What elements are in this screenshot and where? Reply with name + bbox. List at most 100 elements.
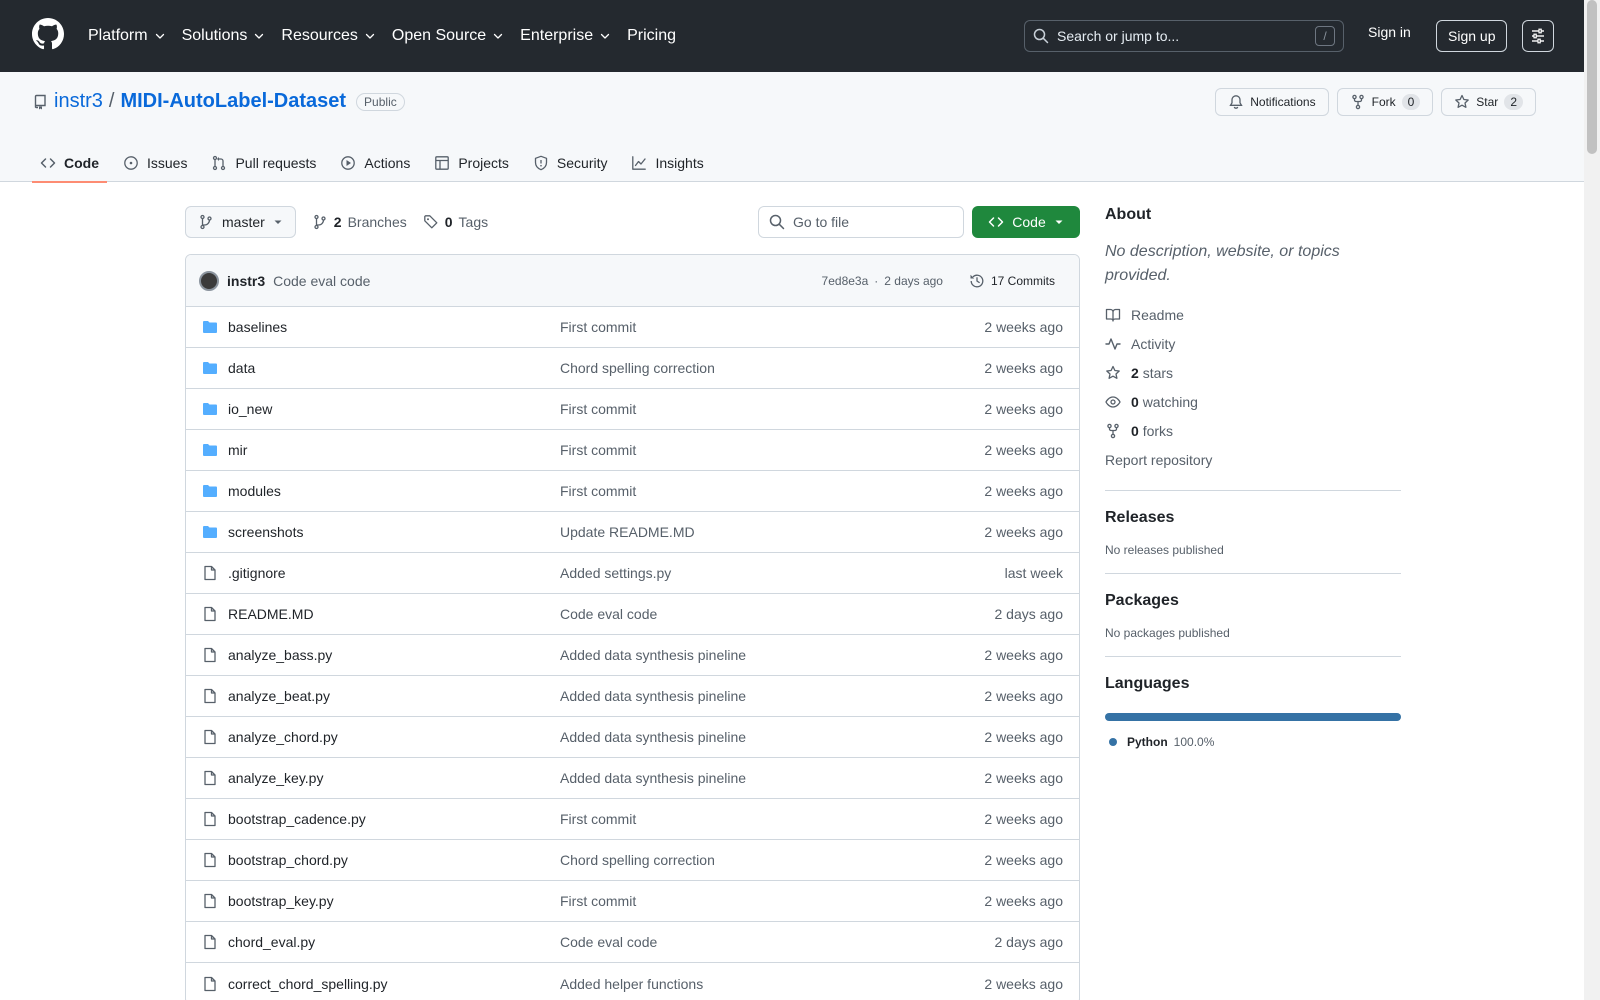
github-mark-icon[interactable] — [32, 18, 64, 50]
table-row[interactable]: chord_eval.py Code eval code 2 days ago — [186, 922, 1079, 963]
commit-hash[interactable]: 7ed8e3a — [822, 274, 869, 288]
stars-link[interactable]: 2 stars — [1105, 358, 1401, 387]
table-row[interactable]: modules First commit 2 weeks ago — [186, 471, 1079, 512]
folder-icon — [202, 483, 218, 499]
commit-message[interactable]: Code eval code — [273, 273, 370, 289]
go-to-file-input[interactable]: Go to file — [758, 206, 964, 238]
notifications-button[interactable]: Notifications — [1215, 88, 1329, 116]
watching-link[interactable]: 0 watching — [1105, 387, 1401, 416]
table-row[interactable]: bootstrap_chord.py Chord spelling correct… — [186, 840, 1079, 881]
file-icon — [202, 934, 218, 950]
file-name-link[interactable]: bootstrap_cadence.py — [228, 811, 560, 827]
file-name-link[interactable]: mir — [228, 442, 560, 458]
file-commit-message[interactable]: Code eval code — [560, 934, 995, 950]
readme-link[interactable]: Readme — [1105, 300, 1401, 329]
tab-security[interactable]: Security — [525, 144, 616, 182]
table-row[interactable]: analyze_key.py Added data synthesis pinel… — [186, 758, 1079, 799]
tab-pull-requests[interactable]: Pull requests — [203, 144, 324, 182]
packages-title[interactable]: Packages — [1105, 592, 1401, 610]
table-row[interactable]: README.MD Code eval code 2 days ago — [186, 594, 1079, 635]
table-row[interactable]: bootstrap_cadence.py First commit 2 weeks … — [186, 799, 1079, 840]
fork-button[interactable]: Fork 0 — [1336, 88, 1434, 116]
commits-link[interactable]: 17 Commits — [961, 273, 1063, 289]
branches-link[interactable]: 2 Branches — [312, 214, 407, 230]
global-header: Platform Solutions Resources Open Source Ent… — [0, 0, 1584, 72]
table-row[interactable]: bootstrap_key.py First commit 2 weeks ago — [186, 881, 1079, 922]
activity-link[interactable]: Activity — [1105, 329, 1401, 358]
table-row[interactable]: screenshots Update README.MD 2 weeks ago — [186, 512, 1079, 553]
table-row[interactable]: correct_chord_spelling.py Added helper fu… — [186, 963, 1079, 1000]
table-row[interactable]: .gitignore Added settings.py last week — [186, 553, 1079, 594]
file-commit-message[interactable]: First commit — [560, 319, 984, 335]
avatar[interactable] — [199, 270, 219, 291]
table-row[interactable]: analyze_beat.py Added data synthesis pine… — [186, 676, 1079, 717]
file-commit-message[interactable]: Added settings.py — [560, 565, 1005, 581]
page-scrollbar[interactable] — [1584, 0, 1600, 1000]
code-button[interactable]: Code — [972, 206, 1080, 238]
table-row[interactable]: mir First commit 2 weeks ago — [186, 430, 1079, 471]
file-name-link[interactable]: bootstrap_key.py — [228, 893, 560, 909]
file-commit-message[interactable]: First commit — [560, 442, 984, 458]
table-row[interactable]: baselines First commit 2 weeks ago — [186, 307, 1079, 348]
scrollbar-thumb[interactable] — [1587, 0, 1597, 154]
search-input[interactable]: Search or jump to... / — [1024, 20, 1344, 52]
nav-item-solutions[interactable]: Solutions — [182, 27, 266, 45]
star-button[interactable]: Star 2 — [1441, 88, 1536, 116]
nav-item-pricing[interactable]: Pricing — [627, 27, 676, 45]
tags-link[interactable]: 0 Tags — [423, 214, 488, 230]
file-name-link[interactable]: README.MD — [228, 606, 560, 622]
file-commit-message[interactable]: Chord spelling correction — [560, 852, 984, 868]
table-row[interactable]: io_new First commit 2 weeks ago — [186, 389, 1079, 430]
repo-name-link[interactable]: MIDI-AutoLabel-Dataset — [120, 90, 346, 113]
language-item-python[interactable]: Python 100.0% — [1105, 735, 1401, 749]
file-commit-message[interactable]: Chord spelling correction — [560, 360, 984, 376]
file-commit-message[interactable]: First commit — [560, 811, 984, 827]
file-name-link[interactable]: baselines — [228, 319, 560, 335]
language-dot — [1109, 738, 1117, 746]
file-commit-message[interactable]: Added helper functions — [560, 976, 984, 992]
branch-selector[interactable]: master — [185, 206, 296, 238]
file-name-link[interactable]: analyze_beat.py — [228, 688, 560, 704]
repo-owner-link[interactable]: instr3 — [54, 90, 103, 113]
file-name-link[interactable]: io_new — [228, 401, 560, 417]
file-name-link[interactable]: analyze_bass.py — [228, 647, 560, 663]
releases-title[interactable]: Releases — [1105, 509, 1401, 527]
file-name-link[interactable]: modules — [228, 483, 560, 499]
site-menu-button[interactable] — [1522, 20, 1554, 52]
sign-in-link[interactable]: Sign in — [1368, 24, 1411, 40]
nav-item-open-source[interactable]: Open Source — [392, 27, 504, 45]
file-name-link[interactable]: bootstrap_chord.py — [228, 852, 560, 868]
file-commit-message[interactable]: Added data synthesis pineline — [560, 647, 984, 663]
forks-link[interactable]: 0 forks — [1105, 416, 1401, 445]
tab-issues[interactable]: Issues — [115, 144, 195, 182]
sign-up-button[interactable]: Sign up — [1436, 20, 1508, 52]
file-commit-message[interactable]: First commit — [560, 483, 984, 499]
file-commit-message[interactable]: Added data synthesis pineline — [560, 729, 984, 745]
file-name-link[interactable]: chord_eval.py — [228, 934, 560, 950]
nav-item-resources[interactable]: Resources — [281, 27, 375, 45]
file-name-link[interactable]: screenshots — [228, 524, 560, 540]
report-repository-link[interactable]: Report repository — [1105, 445, 1401, 474]
nav-item-enterprise[interactable]: Enterprise — [520, 27, 611, 45]
file-commit-message[interactable]: Code eval code — [560, 606, 995, 622]
file-commit-message[interactable]: First commit — [560, 893, 984, 909]
file-commit-message[interactable]: Added data synthesis pineline — [560, 688, 984, 704]
table-row[interactable]: data Chord spelling correction 2 weeks ago — [186, 348, 1079, 389]
file-commit-message[interactable]: Update README.MD — [560, 524, 984, 540]
file-commit-message[interactable]: First commit — [560, 401, 984, 417]
file-name-link[interactable]: .gitignore — [228, 565, 560, 581]
tab-insights[interactable]: Insights — [623, 144, 711, 182]
nav-item-platform[interactable]: Platform — [88, 27, 166, 45]
tab-code[interactable]: Code — [32, 144, 107, 183]
file-commit-message[interactable]: Added data synthesis pineline — [560, 770, 984, 786]
table-row[interactable]: analyze_bass.py Added data synthesis pine… — [186, 635, 1079, 676]
file-name-link[interactable]: data — [228, 360, 560, 376]
file-name-link[interactable]: correct_chord_spelling.py — [228, 976, 560, 992]
tab-actions[interactable]: Actions — [332, 144, 418, 182]
file-name-link[interactable]: analyze_chord.py — [228, 729, 560, 745]
file-name-link[interactable]: analyze_key.py — [228, 770, 560, 786]
table-row[interactable]: analyze_chord.py Added data synthesis pin… — [186, 717, 1079, 758]
commit-author[interactable]: instr3 — [227, 273, 265, 289]
fork-icon — [1351, 94, 1364, 110]
tab-projects[interactable]: Projects — [426, 144, 517, 182]
